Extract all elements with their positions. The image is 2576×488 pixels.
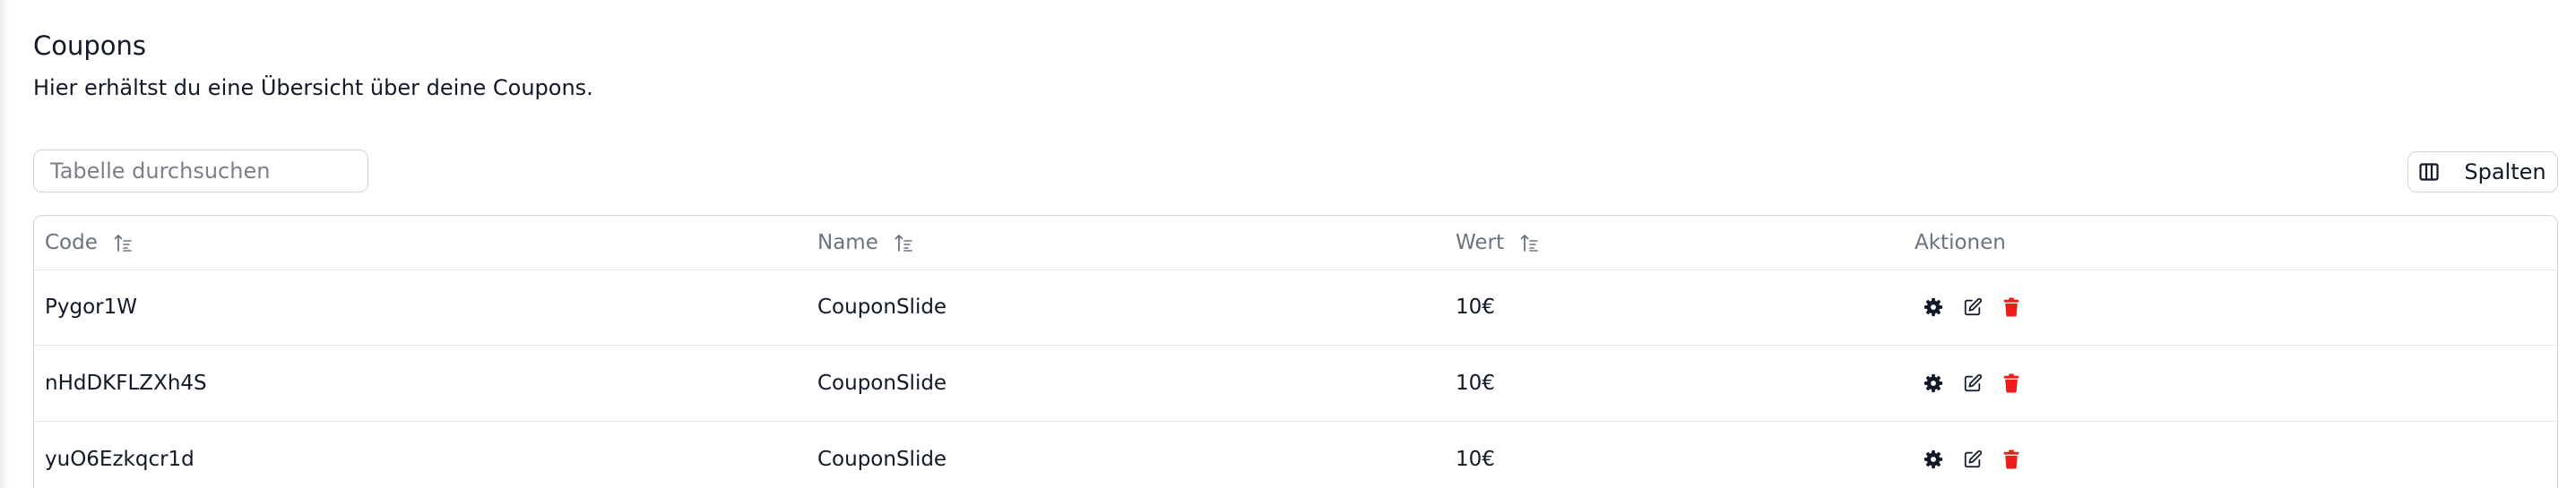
cell-name: CouponSlide (817, 372, 947, 395)
column-header-label: Aktionen (1915, 231, 2006, 254)
gear-icon[interactable] (1923, 297, 1943, 317)
gear-icon[interactable] (1923, 373, 1943, 393)
page: Coupons Hier erhältst du eine Übersicht … (0, 0, 2576, 488)
search-input[interactable] (33, 150, 368, 193)
column-header-code: Code (45, 216, 132, 270)
cell-code: yuO6Ezkqcr1d (45, 448, 194, 471)
table-row: yuO6Ezkqcr1d CouponSlide 10€ (34, 422, 2557, 488)
row-actions (1923, 422, 2020, 488)
trash-icon[interactable] (2002, 297, 2020, 317)
cell-wert: 10€ (1456, 372, 1495, 395)
column-header-aktionen: Aktionen (1915, 216, 2006, 270)
columns-button[interactable]: Spalten (2407, 151, 2558, 193)
sort-icon[interactable] (114, 233, 132, 253)
gear-icon[interactable] (1923, 449, 1943, 469)
columns-button-label: Spalten (2464, 159, 2546, 184)
column-header-label: Wert (1456, 231, 1505, 254)
columns-icon (2419, 163, 2439, 181)
edit-icon[interactable] (1963, 373, 1983, 393)
edit-icon[interactable] (1963, 297, 1983, 317)
column-header-label: Name (817, 231, 878, 254)
cell-name: CouponSlide (817, 448, 947, 471)
trash-icon[interactable] (2002, 449, 2020, 469)
sort-icon[interactable] (895, 233, 912, 253)
coupons-table: Code Name Wert Aktionen Pygor1W CouponSl… (33, 215, 2558, 488)
edit-icon[interactable] (1963, 449, 1983, 469)
row-actions (1923, 346, 2020, 421)
sidebar-edge (0, 0, 9, 488)
cell-wert: 10€ (1456, 295, 1495, 319)
table-header: Code Name Wert Aktionen (34, 216, 2557, 270)
cell-code: nHdDKFLZXh4S (45, 372, 207, 395)
table-row: Pygor1W CouponSlide 10€ (34, 270, 2557, 346)
cell-code: Pygor1W (45, 295, 137, 319)
cell-wert: 10€ (1456, 448, 1495, 471)
table-row: nHdDKFLZXh4S CouponSlide 10€ (34, 346, 2557, 422)
cell-name: CouponSlide (817, 295, 947, 319)
column-header-name: Name (817, 216, 912, 270)
row-actions (1923, 270, 2020, 345)
page-subtitle: Hier erhältst du eine Übersicht über dei… (33, 75, 593, 100)
sort-icon[interactable] (1520, 233, 1538, 253)
trash-icon[interactable] (2002, 373, 2020, 393)
column-header-label: Code (45, 231, 98, 254)
page-title: Coupons (33, 30, 147, 61)
column-header-wert: Wert (1456, 216, 1538, 270)
